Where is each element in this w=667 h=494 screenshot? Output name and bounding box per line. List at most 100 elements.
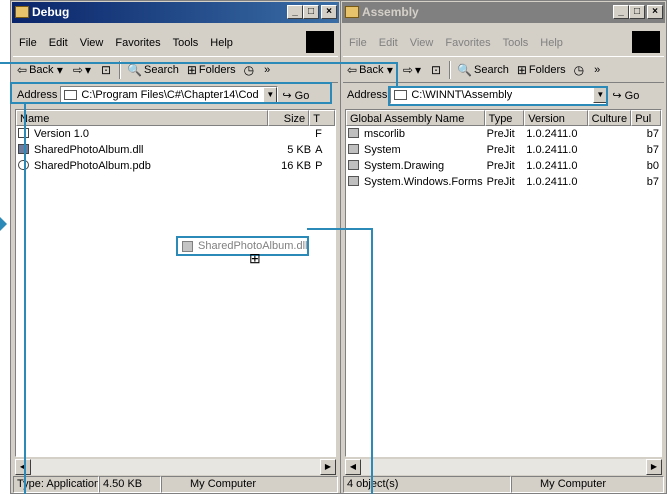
scroll-right-arrow-icon[interactable]: ▶ bbox=[646, 459, 662, 475]
folder-icon bbox=[394, 90, 408, 100]
up-folder-button[interactable]: ⊡ bbox=[427, 63, 447, 77]
menu-tools[interactable]: Tools bbox=[497, 37, 535, 49]
minimize-button[interactable]: _ bbox=[613, 5, 629, 19]
search-button[interactable]: 🔍 Search bbox=[123, 63, 183, 77]
column-size[interactable]: Size bbox=[267, 110, 310, 126]
maximize-button[interactable]: □ bbox=[303, 5, 319, 19]
file-name: SharedPhotoAlbum.pdb bbox=[34, 160, 151, 172]
menu-help[interactable]: Help bbox=[204, 37, 239, 49]
menu-view[interactable]: View bbox=[404, 37, 440, 49]
table-row[interactable]: System.Windows.Forms PreJit 1.0.2411.0 b… bbox=[346, 174, 661, 190]
scroll-right-arrow-icon[interactable]: ▶ bbox=[320, 459, 336, 475]
close-button[interactable]: × bbox=[647, 5, 663, 19]
menu-view[interactable]: View bbox=[74, 37, 110, 49]
file-type: F bbox=[315, 128, 322, 140]
status-size: 4.50 KB bbox=[99, 476, 161, 493]
list-item[interactable]: Version 1.0 F bbox=[16, 126, 335, 142]
folders-button[interactable]: ⊞ Folders bbox=[513, 63, 570, 77]
file-type: A bbox=[315, 144, 323, 156]
folder-icon bbox=[64, 90, 78, 100]
forward-button[interactable]: ⇨ ▾ bbox=[69, 63, 97, 77]
file-list[interactable]: Name Size T Version 1.0 F SharedPhotoAlb… bbox=[15, 109, 336, 457]
forward-button[interactable]: ⇨ ▾ bbox=[399, 63, 427, 77]
table-row[interactable]: mscorlib PreJit 1.0.2411.0 b7 bbox=[346, 126, 661, 142]
go-arrow-icon: ↪ bbox=[612, 89, 622, 102]
column-culture[interactable]: Culture bbox=[587, 110, 632, 126]
history-icon: ◷ bbox=[243, 62, 255, 77]
history-button[interactable]: ◷ bbox=[240, 63, 260, 77]
file-type: P bbox=[315, 160, 323, 172]
assembly-list[interactable]: Global Assembly Name Type Version Cultur… bbox=[345, 109, 662, 457]
go-button[interactable]: ↪ Go bbox=[608, 89, 643, 102]
horizontal-scrollbar[interactable]: ◀ ▶ bbox=[345, 459, 662, 475]
folder-icon bbox=[15, 6, 29, 18]
folders-button[interactable]: ⊞ Folders bbox=[183, 63, 240, 77]
menu-favorites[interactable]: Favorites bbox=[109, 37, 166, 49]
go-button[interactable]: ↪ Go bbox=[278, 89, 313, 102]
history-button[interactable]: ◷ bbox=[570, 63, 590, 77]
column-public-key[interactable]: Pul bbox=[631, 110, 661, 126]
title-bar[interactable]: Assembly _ □ × bbox=[342, 2, 665, 23]
menu-edit[interactable]: Edit bbox=[373, 37, 404, 49]
toolbar-overflow-button[interactable]: » bbox=[260, 64, 274, 76]
menu-file[interactable]: File bbox=[13, 37, 43, 49]
menu-favorites[interactable]: Favorites bbox=[439, 37, 496, 49]
callout-line bbox=[396, 62, 398, 88]
table-row[interactable]: System.Drawing PreJit 1.0.2411.0 b0 bbox=[346, 158, 661, 174]
address-input[interactable]: C:\Program Files\C#\Chapter14\Cod ▼ bbox=[60, 86, 279, 104]
table-row[interactable]: System PreJit 1.0.2411.0 b7 bbox=[346, 142, 661, 158]
callout-line bbox=[24, 104, 26, 494]
back-button[interactable]: ⇦ Back ▾ bbox=[343, 63, 399, 77]
maximize-button[interactable]: □ bbox=[629, 5, 645, 19]
title-bar[interactable]: Debug _ □ × bbox=[12, 2, 339, 23]
assembly-name: System.Windows.Forms bbox=[364, 176, 483, 188]
search-label: Search bbox=[474, 63, 509, 76]
status-location: My Computer bbox=[161, 476, 338, 493]
up-folder-button[interactable]: ⊡ bbox=[97, 63, 117, 77]
assembly-icon bbox=[348, 128, 359, 138]
window-title: Assembly bbox=[362, 5, 419, 19]
back-arrow-icon: ⇦ bbox=[17, 62, 28, 77]
close-button[interactable]: × bbox=[321, 5, 337, 19]
address-input[interactable]: C:\WINNT\Assembly ▼ bbox=[390, 86, 609, 104]
folders-label: Folders bbox=[528, 63, 566, 76]
assembly-key: b7 bbox=[646, 176, 659, 188]
menu-edit[interactable]: Edit bbox=[43, 37, 74, 49]
assembly-icon bbox=[348, 160, 359, 170]
chevron-down-icon[interactable]: ▼ bbox=[593, 87, 608, 103]
menu-tools[interactable]: Tools bbox=[167, 37, 205, 49]
menu-bar: File Edit View Favorites Tools Help bbox=[343, 31, 664, 53]
file-name: Version 1.0 bbox=[34, 128, 90, 140]
search-label: Search bbox=[144, 63, 179, 76]
list-item[interactable]: SharedPhotoAlbum.pdb 16 KB P bbox=[16, 158, 335, 174]
address-bar: Address C:\Program Files\C#\Chapter14\Co… bbox=[13, 83, 338, 107]
go-arrow-icon: ↪ bbox=[282, 89, 292, 102]
assembly-type: PreJit bbox=[486, 128, 515, 140]
column-version[interactable]: Version bbox=[524, 110, 588, 126]
back-button[interactable]: ⇦ Back ▾ bbox=[13, 63, 69, 77]
minimize-button[interactable]: _ bbox=[287, 5, 303, 19]
menu-file[interactable]: File bbox=[343, 37, 373, 49]
folders-icon: ⊞ bbox=[516, 62, 527, 77]
file-size: 5 KB bbox=[287, 144, 312, 156]
toolbar-overflow-button[interactable]: » bbox=[590, 64, 604, 76]
list-item[interactable]: SharedPhotoAlbum.dll 5 KB A bbox=[16, 142, 335, 158]
up-folder-icon: ⊡ bbox=[430, 62, 442, 77]
assembly-icon bbox=[348, 176, 359, 186]
column-name[interactable]: Name bbox=[16, 110, 268, 126]
column-assembly-name[interactable]: Global Assembly Name bbox=[346, 110, 485, 126]
dropdown-arrow-icon: ▾ bbox=[84, 62, 91, 77]
horizontal-scrollbar[interactable]: ◀ ▶ bbox=[15, 459, 336, 475]
address-value: C:\WINNT\Assembly bbox=[411, 89, 513, 101]
search-button[interactable]: 🔍 Search bbox=[453, 63, 513, 77]
assembly-version: 1.0.2411.0 bbox=[526, 176, 578, 188]
callout-line bbox=[371, 228, 373, 494]
scroll-left-arrow-icon[interactable]: ◀ bbox=[15, 459, 31, 475]
folders-label: Folders bbox=[198, 63, 236, 76]
chevron-down-icon[interactable]: ▼ bbox=[263, 87, 278, 103]
scroll-left-arrow-icon[interactable]: ◀ bbox=[345, 459, 361, 475]
column-type[interactable]: T bbox=[309, 110, 335, 126]
dll-file-icon bbox=[182, 241, 193, 252]
column-type[interactable]: Type bbox=[484, 110, 525, 126]
menu-help[interactable]: Help bbox=[534, 37, 569, 49]
